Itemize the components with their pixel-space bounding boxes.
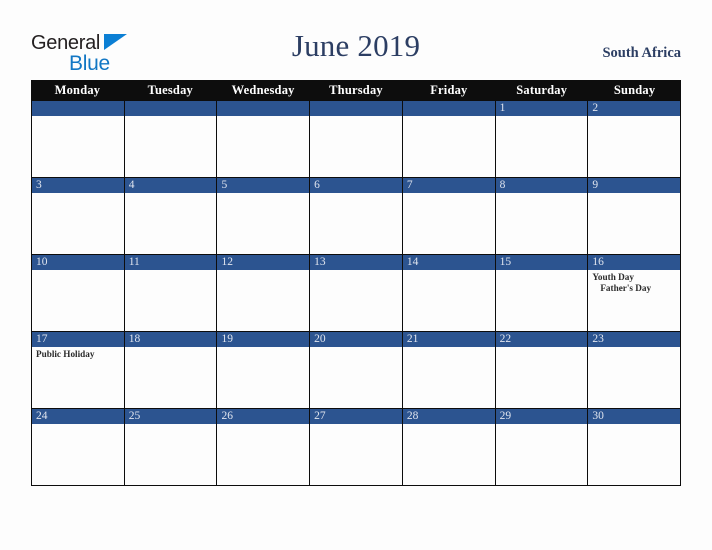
- calendar-cell-day-13[interactable]: 13: [310, 255, 403, 332]
- page-header: General Blue June 2019 South Africa: [0, 0, 712, 80]
- weekday-header-row: Monday Tuesday Wednesday Thursday Friday Satu…: [31, 80, 681, 101]
- day-number: 18: [124, 332, 217, 347]
- day-number: [402, 101, 495, 116]
- day-events: Public Holiday: [32, 347, 124, 360]
- day-number: 20: [310, 332, 402, 347]
- calendar-grid: Monday Tuesday Wednesday Thursday Friday Satu…: [31, 80, 681, 486]
- calendar-cell-empty[interactable]: [32, 101, 125, 178]
- day-number: 7: [402, 178, 495, 193]
- calendar-week-row: 24 25 26 27 28 29 30: [32, 409, 681, 485]
- weekday-header-monday: Monday: [54, 83, 101, 97]
- day-number: 22: [495, 332, 588, 347]
- day-number: 19: [217, 332, 310, 347]
- day-number: 21: [402, 332, 495, 347]
- calendar-cell-day-16[interactable]: 16 Youth Day Father's Day: [588, 255, 681, 332]
- day-number: 25: [124, 409, 217, 424]
- event-label: Public Holiday: [36, 349, 95, 359]
- calendar-cell-empty[interactable]: [310, 101, 403, 178]
- calendar-cell-day-6[interactable]: 6: [310, 178, 403, 255]
- calendar-cell-day-2[interactable]: 2: [588, 101, 681, 178]
- calendar-cell-day-19[interactable]: 19: [217, 332, 311, 409]
- day-number: 23: [588, 332, 681, 347]
- day-number: 5: [217, 178, 310, 193]
- calendar-cell-day-14[interactable]: 14: [402, 255, 496, 332]
- day-number: [310, 101, 402, 116]
- event-label: Father's Day: [600, 283, 652, 293]
- day-number: 12: [217, 255, 310, 270]
- calendar-cell-day-22[interactable]: 22: [495, 332, 589, 409]
- calendar-cell-day-5[interactable]: 5: [217, 178, 311, 255]
- calendar-week-row: 17 Public Holiday 18 19 20 21 22 23: [32, 332, 681, 409]
- calendar-cell-day-9[interactable]: 9: [588, 178, 681, 255]
- calendar-cell-day-11[interactable]: 11: [124, 255, 218, 332]
- day-number: 14: [402, 255, 495, 270]
- day-number: 13: [310, 255, 402, 270]
- calendar-cell-day-12[interactable]: 12: [217, 255, 311, 332]
- calendar-cell-day-3[interactable]: 3: [32, 178, 125, 255]
- calendar-cell-day-25[interactable]: 25: [124, 409, 218, 485]
- calendar-cell-day-24[interactable]: 24: [32, 409, 125, 485]
- day-number: 27: [310, 409, 402, 424]
- day-number: 30: [588, 409, 681, 424]
- calendar-cell-day-21[interactable]: 21: [402, 332, 496, 409]
- calendar-cell-day-8[interactable]: 8: [495, 178, 589, 255]
- calendar-cell-day-7[interactable]: 7: [402, 178, 496, 255]
- calendar-week-row: 3456789: [32, 178, 681, 255]
- weekday-header-sunday: Sunday: [613, 83, 656, 97]
- day-number: 26: [217, 409, 310, 424]
- calendar-cell-day-28[interactable]: 28: [402, 409, 496, 485]
- calendar-cell-day-27[interactable]: 27: [310, 409, 403, 485]
- day-number: 15: [495, 255, 588, 270]
- calendar-cell-day-1[interactable]: 1: [495, 101, 589, 178]
- day-number: 3: [32, 178, 124, 193]
- calendar-cell-day-23[interactable]: 23: [588, 332, 681, 409]
- day-number: 10: [32, 255, 124, 270]
- calendar-week-row: 12: [32, 101, 681, 178]
- calendar-cell-empty[interactable]: [124, 101, 218, 178]
- weekday-header-friday: Friday: [430, 83, 468, 97]
- day-number: 11: [124, 255, 217, 270]
- day-number: 17: [32, 332, 124, 347]
- calendar-week-row: 10 11 12 13 14 15 16 Youth Day Father's Day: [32, 255, 681, 332]
- day-number: 6: [310, 178, 402, 193]
- day-number: [217, 101, 310, 116]
- calendar-cell-day-26[interactable]: 26: [217, 409, 311, 485]
- weekday-header-thursday: Thursday: [329, 83, 383, 97]
- calendar-weeks: 1 2 3 4 5 6 7 8 9 10 11 12 13 14 15 16 Youth Day Father's…: [31, 101, 681, 486]
- day-number: 4: [124, 178, 217, 193]
- day-number: 1: [495, 101, 588, 116]
- day-number: 28: [402, 409, 495, 424]
- calendar-cell-empty[interactable]: [402, 101, 496, 178]
- day-number: [124, 101, 217, 116]
- calendar-cell-day-4[interactable]: 4: [124, 178, 218, 255]
- weekday-header-saturday: Saturday: [516, 83, 568, 97]
- day-number: [32, 101, 124, 116]
- day-number: 29: [495, 409, 588, 424]
- day-events: Youth Day Father's Day: [588, 270, 680, 294]
- calendar-cell-day-17[interactable]: 17 Public Holiday: [32, 332, 125, 409]
- day-number: 9: [588, 178, 681, 193]
- calendar-page: General Blue June 2019 South Africa Mond…: [0, 0, 712, 550]
- calendar-cell-day-10[interactable]: 10: [32, 255, 125, 332]
- calendar-cell-empty[interactable]: [217, 101, 311, 178]
- calendar-cell-day-15[interactable]: 15: [495, 255, 589, 332]
- calendar-cell-day-30[interactable]: 30: [588, 409, 681, 485]
- day-number: 2: [588, 101, 681, 116]
- event-label: Youth Day: [592, 272, 634, 282]
- weekday-header-tuesday: Tuesday: [147, 83, 193, 97]
- calendar-cell-day-20[interactable]: 20: [310, 332, 403, 409]
- day-number: 8: [495, 178, 588, 193]
- calendar-cell-day-29[interactable]: 29: [495, 409, 589, 485]
- weekday-header-wednesday: Wednesday: [231, 83, 295, 97]
- day-number: 16: [588, 255, 681, 270]
- calendar-cell-day-18[interactable]: 18: [124, 332, 218, 409]
- country-label: South Africa: [602, 45, 681, 61]
- day-number: 24: [32, 409, 124, 424]
